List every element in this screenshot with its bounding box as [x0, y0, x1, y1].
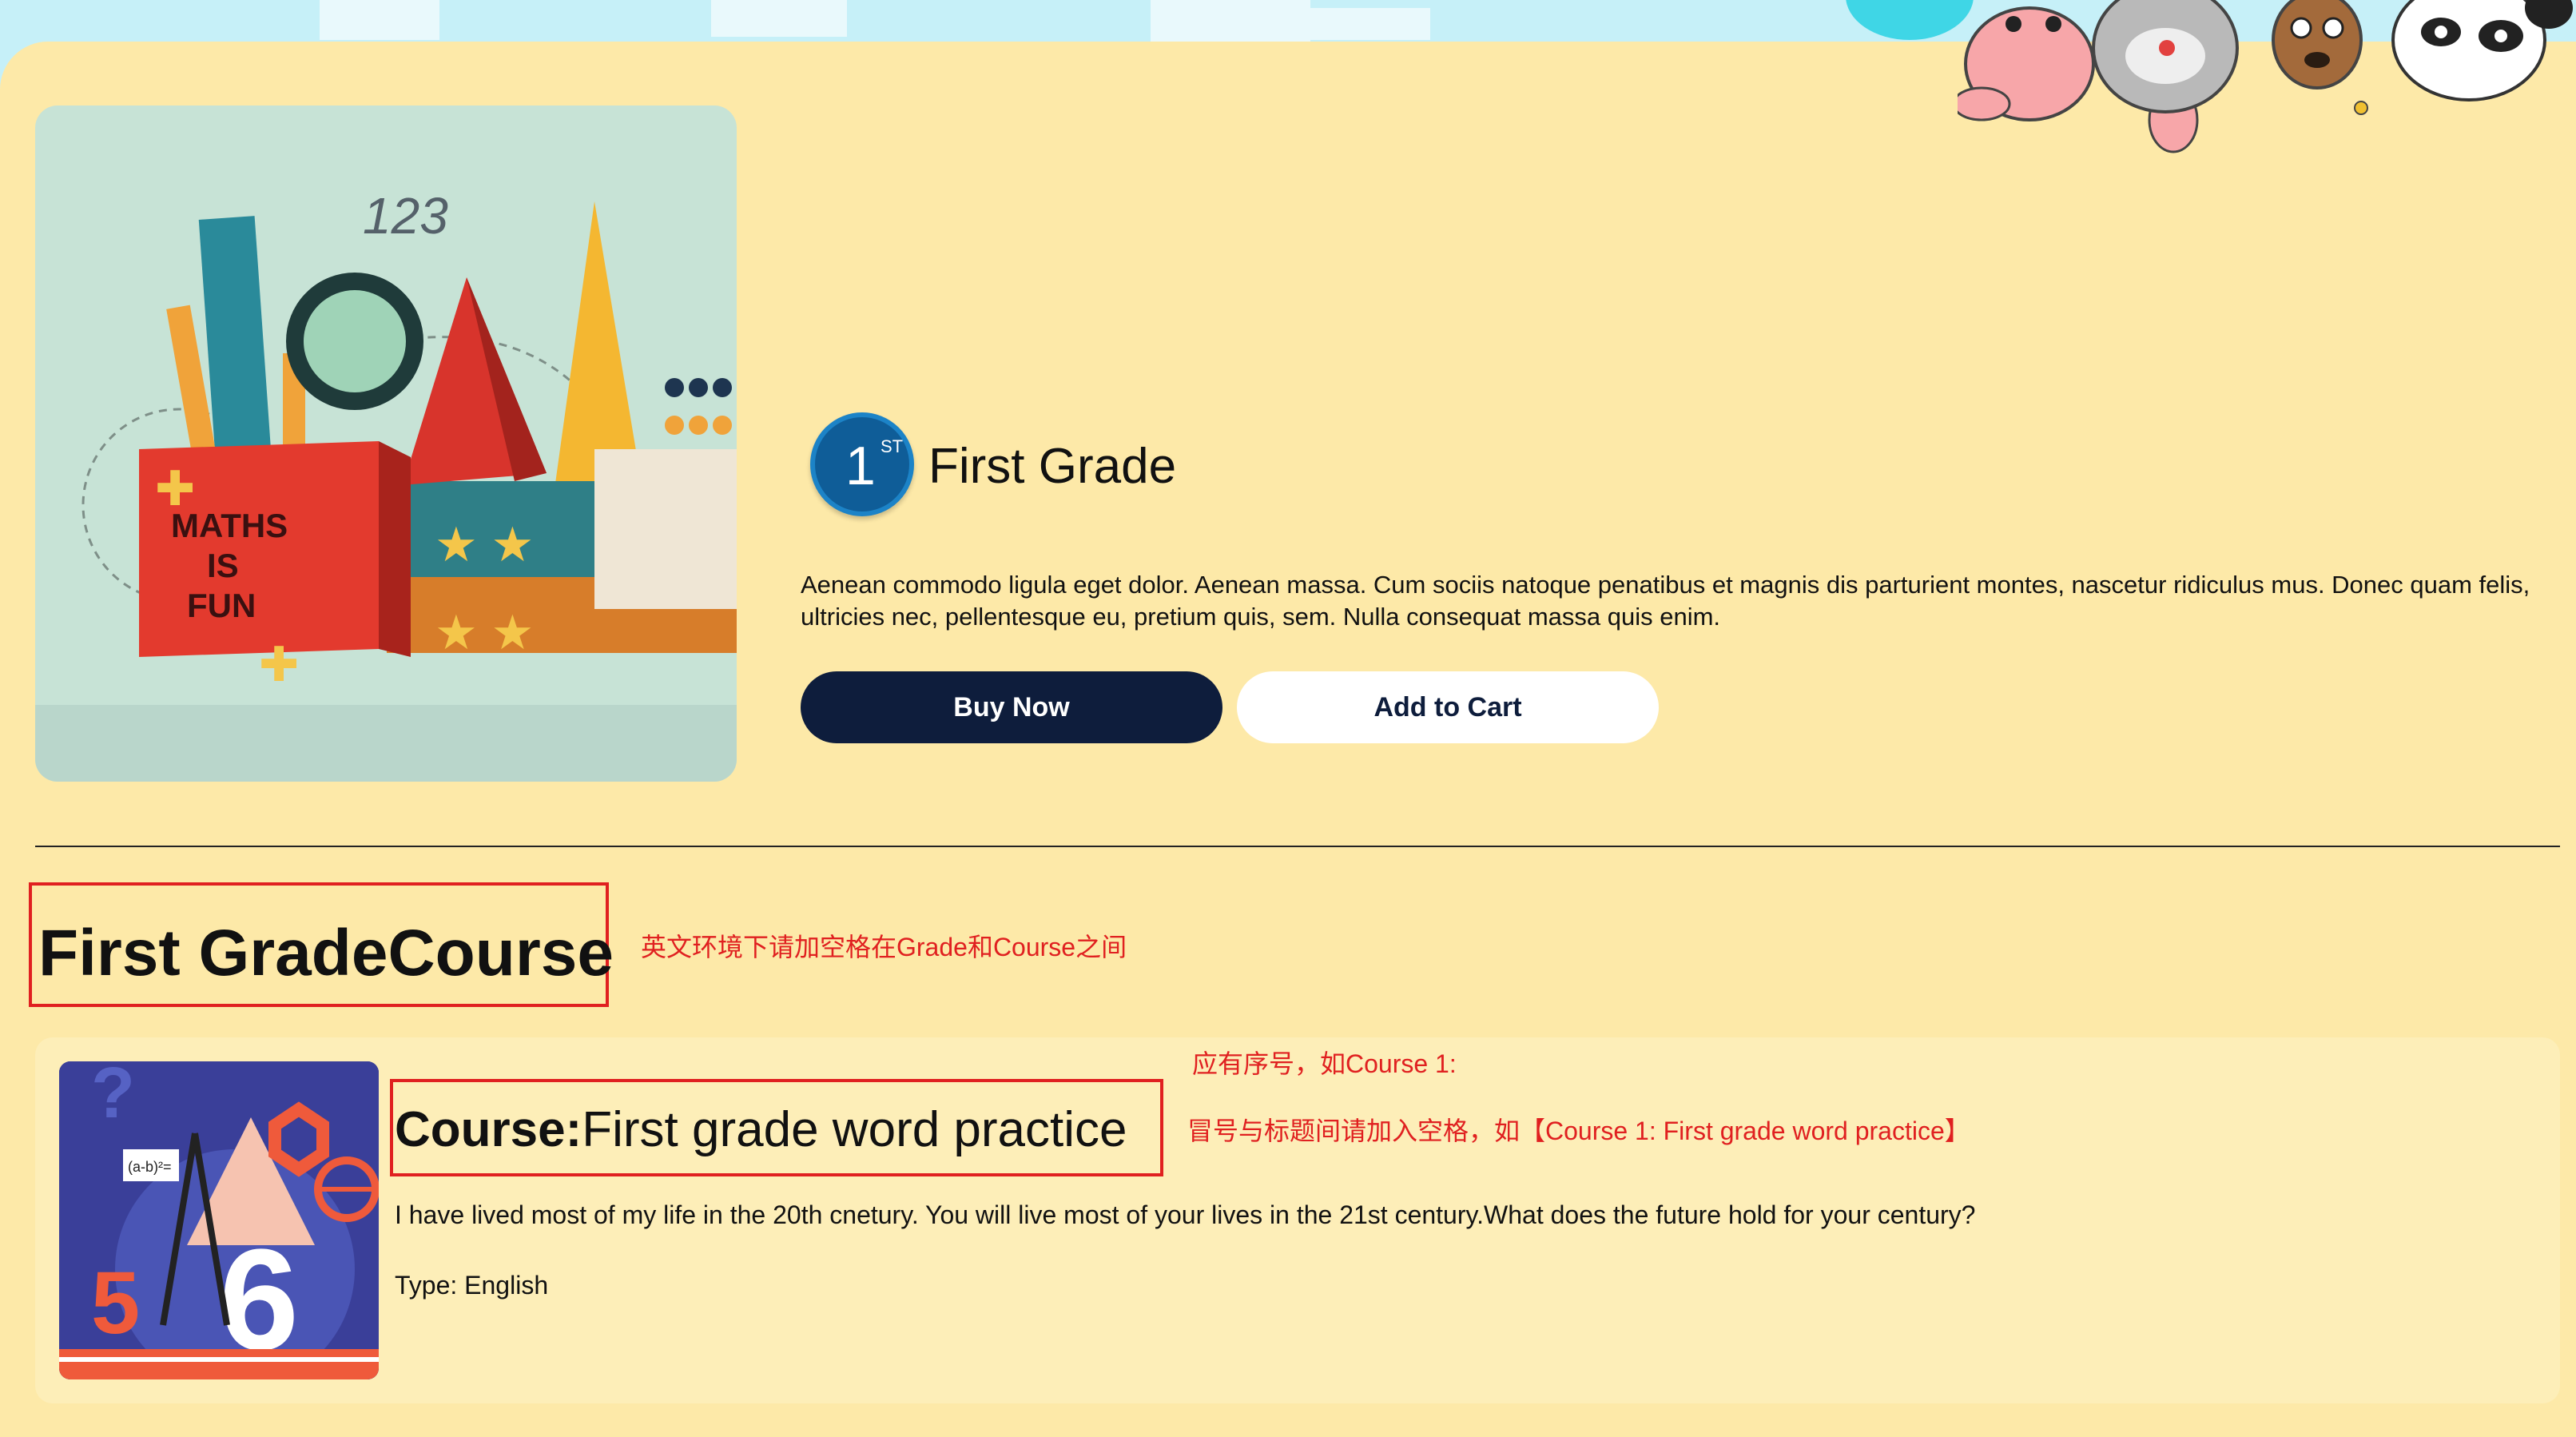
hero-numbers-text: 123	[363, 187, 448, 245]
course-title[interactable]: Course:First grade word practice	[395, 1101, 1127, 1158]
product-hero-image: 123 MATHS IS FUN ★ ★ ★ ★ ✚ ✚	[35, 105, 737, 782]
cloud	[711, 0, 847, 37]
course-title-prefix: Course:	[395, 1102, 582, 1157]
annotation-spacing-note: 冒号与标题间请加入空格，如【Course 1: First grade word…	[1187, 1117, 1970, 1145]
course-thumbnail-formula: (a-b)²=	[128, 1159, 172, 1175]
section-title: First GradeCourse	[38, 917, 614, 989]
svg-text:★ ★: ★ ★	[435, 606, 534, 659]
grade-badge-icon: 1 ST	[810, 412, 914, 516]
annotation-section-note: 英文环境下请加空格在Grade和Course之间	[641, 933, 1127, 961]
product-description: Aenean commodo ligula eget dolor. Aenean…	[801, 571, 2530, 631]
svg-text:?: ?	[91, 1061, 135, 1133]
buy-now-button[interactable]: Buy Now	[801, 671, 1222, 743]
cloud	[1151, 0, 1310, 42]
cloud	[1310, 8, 1430, 40]
animal-faces-icon	[1958, 0, 2573, 153]
course-type: Type: English	[395, 1271, 549, 1300]
grade-badge-number: 1	[845, 436, 876, 496]
course-description: I have lived most of my life in the 20th…	[395, 1200, 1976, 1229]
svg-text:★ ★: ★ ★	[435, 518, 534, 571]
svg-text:5: 5	[91, 1254, 140, 1352]
balloon-icon	[1846, 0, 1974, 40]
product-title: First Grade	[928, 439, 1177, 494]
grade-badge-suffix: ST	[881, 436, 904, 456]
svg-text:✚: ✚	[155, 462, 195, 515]
svg-text:✚: ✚	[259, 638, 299, 691]
course-thumbnail[interactable]: ? (a-b)²= 5 6	[59, 1061, 379, 1379]
hero-box-line3: FUN	[187, 587, 256, 624]
cloud	[320, 0, 439, 40]
course-title-name: First grade word practice	[582, 1102, 1127, 1157]
add-to-cart-button[interactable]: Add to Cart	[1237, 671, 1659, 743]
section-divider	[35, 846, 2560, 847]
annotation-numbering-note: 应有序号，如Course 1:	[1192, 1049, 1457, 1078]
hero-box-line2: IS	[207, 547, 239, 584]
